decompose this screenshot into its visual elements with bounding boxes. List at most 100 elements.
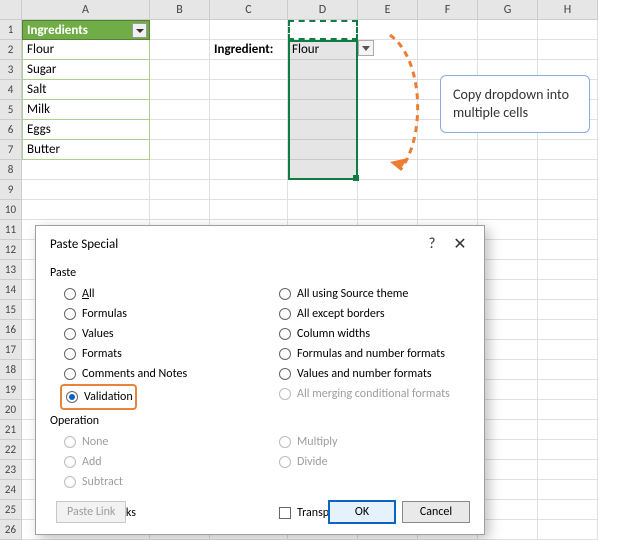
col-header-A[interactable]: A <box>22 0 150 20</box>
cell[interactable] <box>478 180 538 200</box>
cell-G1[interactable] <box>478 20 538 40</box>
cell[interactable] <box>210 160 288 180</box>
row-header-26[interactable]: 26 <box>0 520 22 540</box>
filter-dropdown-icon[interactable] <box>132 23 147 38</box>
cell-B4[interactable] <box>150 80 210 100</box>
cell[interactable] <box>478 280 538 300</box>
radio-formulas[interactable]: Formulas <box>50 304 255 324</box>
cell[interactable] <box>210 180 288 200</box>
cell[interactable] <box>478 520 538 540</box>
row-header-15[interactable]: 15 <box>0 300 22 320</box>
cell[interactable] <box>478 460 538 480</box>
cell[interactable] <box>478 480 538 500</box>
cell[interactable] <box>22 160 150 180</box>
cancel-button[interactable]: Cancel <box>402 501 470 523</box>
cell-H1[interactable] <box>538 20 598 40</box>
row-header-11[interactable]: 11 <box>0 220 22 240</box>
row-header-13[interactable]: 13 <box>0 260 22 280</box>
cell[interactable] <box>538 180 598 200</box>
cell[interactable] <box>478 380 538 400</box>
radio-values-number[interactable]: Values and number formats <box>265 364 470 384</box>
cell[interactable] <box>478 400 538 420</box>
cell[interactable] <box>538 300 598 320</box>
row-header-9[interactable]: 9 <box>0 180 22 200</box>
cell[interactable] <box>538 420 598 440</box>
radio-column-widths[interactable]: Column widths <box>265 324 470 344</box>
cell-D3[interactable] <box>288 60 358 80</box>
cell-G2[interactable] <box>478 40 538 60</box>
close-icon[interactable]: ✕ <box>446 234 474 254</box>
cell-E1[interactable] <box>358 20 418 40</box>
cell-F2[interactable] <box>418 40 478 60</box>
cell[interactable] <box>358 200 418 220</box>
row-header-1[interactable]: 1 <box>0 20 22 40</box>
cell-C6[interactable] <box>210 120 288 140</box>
radio-except-borders[interactable]: All except borders <box>265 304 470 324</box>
table-row[interactable]: Eggs <box>22 120 150 140</box>
cell[interactable] <box>358 180 418 200</box>
row-header-4[interactable]: 4 <box>0 80 22 100</box>
cell-D2[interactable]: Flour <box>288 40 358 60</box>
col-header-F[interactable]: F <box>418 0 478 20</box>
row-header-17[interactable]: 17 <box>0 340 22 360</box>
help-icon[interactable]: ? <box>418 235 446 253</box>
cell[interactable] <box>418 180 478 200</box>
cell-D5[interactable] <box>288 100 358 120</box>
cell[interactable] <box>538 160 598 180</box>
row-header-24[interactable]: 24 <box>0 480 22 500</box>
row-header-10[interactable]: 10 <box>0 200 22 220</box>
cell-D6[interactable] <box>288 120 358 140</box>
row-header-19[interactable]: 19 <box>0 380 22 400</box>
cell[interactable] <box>538 280 598 300</box>
cell[interactable] <box>478 260 538 280</box>
cell[interactable] <box>538 200 598 220</box>
cell[interactable] <box>478 160 538 180</box>
row-header-21[interactable]: 21 <box>0 420 22 440</box>
table-header-cell[interactable]: Ingredients <box>22 20 150 40</box>
radio-formulas-number[interactable]: Formulas and number formats <box>265 344 470 364</box>
cell[interactable] <box>478 440 538 460</box>
row-header-16[interactable]: 16 <box>0 320 22 340</box>
row-header-12[interactable]: 12 <box>0 240 22 260</box>
cell-C3[interactable] <box>210 60 288 80</box>
cell[interactable] <box>478 500 538 520</box>
col-header-H[interactable]: H <box>538 0 598 20</box>
cell[interactable] <box>478 300 538 320</box>
row-header-5[interactable]: 5 <box>0 100 22 120</box>
cell-E6[interactable] <box>358 120 418 140</box>
cell[interactable] <box>538 240 598 260</box>
table-row[interactable]: Butter <box>22 140 150 160</box>
cell-E3[interactable] <box>358 60 418 80</box>
row-header-6[interactable]: 6 <box>0 120 22 140</box>
cell[interactable] <box>538 220 598 240</box>
col-header-G[interactable]: G <box>478 0 538 20</box>
cell[interactable] <box>538 320 598 340</box>
table-row[interactable]: Milk <box>22 100 150 120</box>
cell-C4[interactable] <box>210 80 288 100</box>
cell[interactable] <box>538 520 598 540</box>
cell[interactable] <box>478 360 538 380</box>
radio-values[interactable]: Values <box>50 324 255 344</box>
cell[interactable] <box>538 460 598 480</box>
cell[interactable] <box>538 440 598 460</box>
cell-B7[interactable] <box>150 140 210 160</box>
col-header-D[interactable]: D <box>288 0 358 20</box>
cell-B3[interactable] <box>150 60 210 80</box>
data-validation-dropdown-icon[interactable] <box>358 40 374 56</box>
cell-F1[interactable] <box>418 20 478 40</box>
cell-B1[interactable] <box>150 20 210 40</box>
row-header-18[interactable]: 18 <box>0 360 22 380</box>
col-header-C[interactable]: C <box>210 0 288 20</box>
col-header-B[interactable]: B <box>150 0 210 20</box>
cell[interactable] <box>478 420 538 440</box>
radio-source-theme[interactable]: All using Source theme <box>265 284 470 304</box>
radio-comments[interactable]: Comments and Notes <box>50 364 255 384</box>
row-header-7[interactable]: 7 <box>0 140 22 160</box>
cell-D4[interactable] <box>288 80 358 100</box>
col-header-E[interactable]: E <box>358 0 418 20</box>
cell-E7[interactable] <box>358 140 418 160</box>
row-header-8[interactable]: 8 <box>0 160 22 180</box>
cell[interactable] <box>150 200 210 220</box>
radio-validation[interactable]: Validation <box>64 387 133 407</box>
cell-B5[interactable] <box>150 100 210 120</box>
